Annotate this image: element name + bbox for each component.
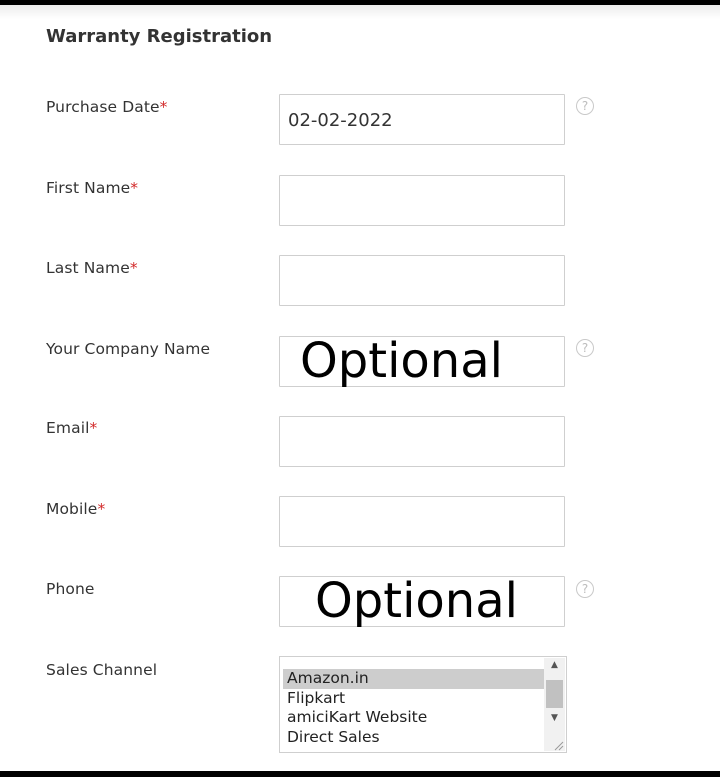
phone-optional-annotation: Optional — [315, 573, 518, 629]
mobile-label-text: Mobile — [46, 500, 98, 518]
purchase-date-label-text: Purchase Date — [46, 98, 160, 116]
required-marker: * — [97, 500, 106, 518]
sales-channel-listbox[interactable]: Amazon.in Flipkart amiciKart Website Dir… — [279, 656, 567, 753]
scroll-up-arrow-icon[interactable]: ▲ — [544, 658, 565, 673]
required-marker: * — [159, 98, 168, 116]
required-marker: * — [129, 259, 138, 277]
sales-channel-scrollbar[interactable]: ▲ ▼ — [544, 658, 565, 751]
scroll-down-arrow-icon[interactable]: ▼ — [544, 711, 565, 726]
sales-channel-label: Sales Channel — [46, 661, 158, 679]
form-title: Warranty Registration — [46, 26, 273, 47]
phone-help-icon[interactable]: ? — [576, 580, 594, 598]
sales-channel-option[interactable]: amiciKart Website — [283, 708, 545, 728]
phone-label: Phone — [46, 580, 95, 598]
sales-channel-option[interactable]: Amazon.in — [283, 669, 545, 689]
sales-channel-option[interactable]: Direct Sales — [283, 728, 545, 748]
first-name-input[interactable] — [280, 176, 564, 225]
first-name-label-text: First Name — [46, 179, 131, 197]
required-marker: * — [130, 179, 139, 197]
purchase-date-input[interactable] — [280, 95, 564, 144]
mobile-field[interactable] — [279, 496, 565, 547]
first-name-label: First Name* — [46, 179, 138, 197]
sales-channel-options: Amazon.in Flipkart amiciKart Website Dir… — [283, 669, 545, 747]
email-label: Email* — [46, 419, 97, 437]
resize-grip-icon[interactable] — [552, 739, 564, 751]
company-name-label: Your Company Name — [46, 340, 211, 358]
company-help-icon[interactable]: ? — [576, 339, 594, 357]
company-optional-annotation: Optional — [300, 333, 503, 389]
last-name-label: Last Name* — [46, 259, 138, 277]
required-marker: * — [89, 419, 98, 437]
email-input[interactable] — [280, 417, 564, 466]
mobile-label: Mobile* — [46, 500, 105, 518]
email-field[interactable] — [279, 416, 565, 467]
last-name-input[interactable] — [280, 256, 564, 305]
purchase-date-label: Purchase Date* — [46, 98, 168, 116]
last-name-field[interactable] — [279, 255, 565, 306]
purchase-date-field[interactable] — [279, 94, 565, 145]
email-label-text: Email — [46, 419, 90, 437]
sales-channel-option[interactable]: Flipkart — [283, 689, 545, 709]
last-name-label-text: Last Name — [46, 259, 130, 277]
top-shadow — [0, 5, 720, 19]
mobile-input[interactable] — [280, 497, 564, 546]
first-name-field[interactable] — [279, 175, 565, 226]
bottom-edge-bar — [0, 771, 720, 777]
scroll-thumb[interactable] — [546, 680, 563, 708]
purchase-date-help-icon[interactable]: ? — [576, 97, 594, 115]
